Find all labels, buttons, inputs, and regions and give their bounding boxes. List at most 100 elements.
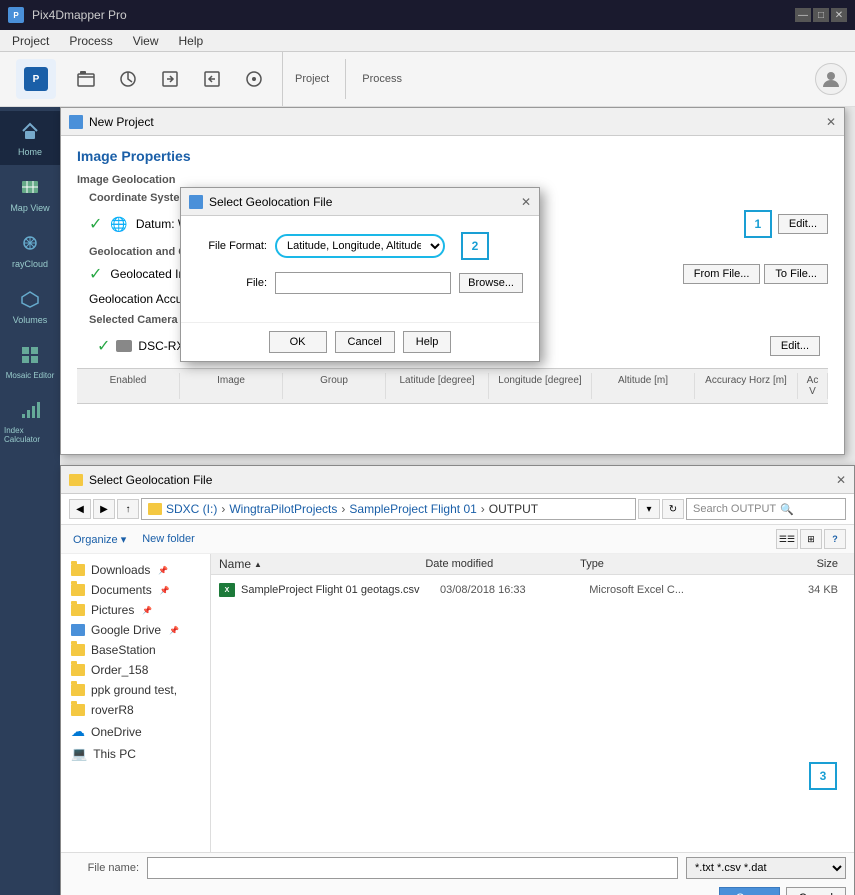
fb-sidebar: Downloads 📌 Documents 📌 Pictures 📌 <box>61 554 211 852</box>
toolbar-nav-btn[interactable] <box>108 63 148 95</box>
new-project-close-button[interactable]: ✕ <box>826 115 836 129</box>
file-browser-dialog: Select Geolocation File ✕ ◀ ▶ ↑ SDXC (I:… <box>60 465 855 895</box>
sidebar-label-mosaic: Mosaic Editor <box>6 371 54 380</box>
menu-view[interactable]: View <box>129 32 163 50</box>
open-icon <box>74 67 98 91</box>
sidebar-item-mosaic[interactable]: Mosaic Editor <box>0 335 60 388</box>
fb-cancel-button[interactable]: Cancel <box>786 887 846 895</box>
nav-forward-button[interactable]: ▶ <box>93 499 115 519</box>
camera-check-icon: ✓ <box>97 336 110 356</box>
filetype-select[interactable]: *.txt *.csv *.dat <box>686 857 846 879</box>
sidebar-item-volumes[interactable]: Volumes <box>0 279 60 333</box>
rover-label: roverR8 <box>91 703 134 717</box>
geo-cancel-button[interactable]: Cancel <box>335 331 395 353</box>
search-bar: Search OUTPUT 🔍 <box>686 498 846 520</box>
help-button[interactable]: Help <box>403 331 452 353</box>
coord-edit-button[interactable]: Edit... <box>778 214 828 234</box>
fb-sidebar-rover[interactable]: roverR8 <box>61 700 210 720</box>
address-sample[interactable]: SampleProject Flight 01 <box>349 502 476 516</box>
pictures-pin-icon: 📌 <box>142 606 152 615</box>
toolbar-settings-btn[interactable] <box>234 63 274 95</box>
open-button[interactable]: Open <box>719 887 780 895</box>
toolbar-project-label: Project <box>287 73 337 85</box>
app-icon: P <box>8 7 24 23</box>
nav-up-button[interactable]: ↑ <box>117 499 139 519</box>
file-input[interactable] <box>275 272 451 294</box>
main-content: Home Map View rayCloud Volumes <box>0 107 855 895</box>
col-type-header[interactable]: Type <box>580 558 735 570</box>
fb-sidebar-documents[interactable]: Documents 📌 <box>61 580 210 600</box>
toolbar: P <box>0 52 855 107</box>
format-select[interactable]: Latitude, Longitude, AltitudeLongitude, … <box>275 234 445 258</box>
menu-bar: Project Process View Help <box>0 30 855 52</box>
sidebar-item-index[interactable]: Index Calculator <box>0 390 60 452</box>
downloads-label: Downloads <box>91 563 150 577</box>
minimize-button[interactable]: — <box>795 8 811 22</box>
sort-arrow-icon: ▲ <box>254 560 262 569</box>
fb-folder-icon <box>69 474 83 486</box>
format-row: File Format: Latitude, Longitude, Altitu… <box>197 232 523 260</box>
toolbar-import-btn[interactable] <box>150 63 190 95</box>
address-folder-icon <box>148 503 162 515</box>
organize-button[interactable]: Organize ▾ <box>69 531 130 548</box>
order158-label: Order_158 <box>91 663 148 677</box>
camera-icon <box>116 340 132 352</box>
step3-badge: 3 <box>809 762 837 790</box>
view-large-button[interactable]: ⊞ <box>800 529 822 549</box>
camera-edit-button[interactable]: Edit... <box>770 336 820 356</box>
fb-sidebar-downloads[interactable]: Downloads 📌 <box>61 560 210 580</box>
help-icon-button[interactable]: ? <box>824 529 846 549</box>
toolbar-export-btn[interactable] <box>192 63 232 95</box>
fb-title-text: Select Geolocation File <box>89 473 212 487</box>
col-size-header[interactable]: Size <box>735 558 846 570</box>
image-geolocation-label: Image Geolocation <box>77 174 828 186</box>
menu-process[interactable]: Process <box>65 32 116 50</box>
toolbar-open-btn[interactable] <box>66 63 106 95</box>
col-image: Image <box>180 373 283 399</box>
sidebar-item-raycloud[interactable]: rayCloud <box>0 223 60 277</box>
nav-back-button[interactable]: ◀ <box>69 499 91 519</box>
geo-dialog-close-button[interactable]: ✕ <box>521 195 531 209</box>
user-avatar[interactable] <box>815 63 847 95</box>
menu-project[interactable]: Project <box>8 32 53 50</box>
col-date-header[interactable]: Date modified <box>425 558 580 570</box>
fb-sidebar-ppk[interactable]: ppk ground test, <box>61 680 210 700</box>
fb-sidebar-basestation[interactable]: BaseStation <box>61 640 210 660</box>
address-sdxc[interactable]: SDXC (I:) <box>166 502 217 516</box>
app-title: Pix4Dmapper Pro <box>32 8 127 22</box>
fb-body: Downloads 📌 Documents 📌 Pictures 📌 <box>61 554 854 852</box>
search-icon[interactable]: 🔍 <box>780 503 794 516</box>
close-button[interactable]: ✕ <box>831 8 847 22</box>
view-details-button[interactable]: ☰☰ <box>776 529 798 549</box>
browse-button[interactable]: Browse... <box>459 273 523 293</box>
menu-help[interactable]: Help <box>175 32 208 50</box>
address-wingtra[interactable]: WingtraPilotProjects <box>229 502 337 516</box>
col-accuracy: Accuracy Horz [m] <box>695 373 798 399</box>
fb-sidebar-pictures[interactable]: Pictures 📌 <box>61 600 210 620</box>
order158-folder-icon <box>71 664 85 676</box>
from-file-button[interactable]: From File... <box>683 264 761 284</box>
new-project-title: New Project <box>69 115 154 129</box>
raycloud-icon <box>18 231 42 255</box>
fb-sidebar-order158[interactable]: Order_158 <box>61 660 210 680</box>
fb-sidebar-thispc[interactable]: 💻 This PC <box>61 743 210 765</box>
file-type: Microsoft Excel C... <box>589 584 738 596</box>
col-name-header[interactable]: Name ▲ <box>219 557 425 571</box>
image-table-header: Enabled Image Group Latitude [degree] Lo… <box>77 368 828 404</box>
nav-refresh-button[interactable]: ↻ <box>662 499 684 519</box>
filename-input[interactable] <box>147 857 678 879</box>
globe-icon: 🌐 <box>110 216 127 233</box>
fb-footer-buttons: Open Cancel <box>61 883 854 895</box>
fb-close-button[interactable]: ✕ <box>836 473 846 487</box>
maximize-button[interactable]: □ <box>813 8 829 22</box>
sidebar-item-mapview[interactable]: Map View <box>0 167 60 221</box>
sidebar-item-home[interactable]: Home <box>0 111 60 165</box>
file-item[interactable]: X SampleProject Flight 01 geotags.csv 03… <box>211 579 854 601</box>
fb-sidebar-onedrive[interactable]: ☁ OneDrive <box>61 720 210 743</box>
new-folder-button[interactable]: New folder <box>138 531 199 547</box>
to-file-button[interactable]: To File... <box>764 264 828 284</box>
col-longitude: Longitude [degree] <box>489 373 592 399</box>
fb-sidebar-google-drive[interactable]: Google Drive 📌 <box>61 620 210 640</box>
nav-dropdown-button[interactable]: ▾ <box>638 499 660 519</box>
ok-button[interactable]: OK <box>269 331 327 353</box>
